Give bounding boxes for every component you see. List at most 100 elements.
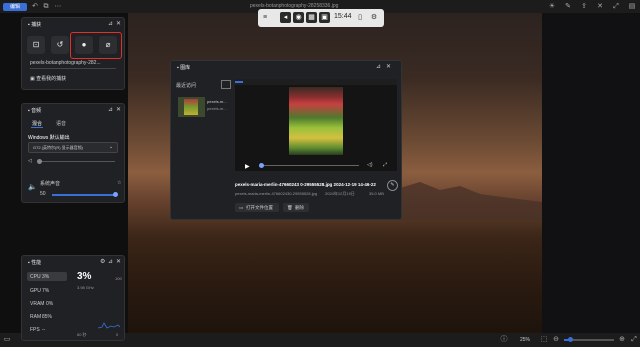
panel-icon[interactable]: ▤ [628, 3, 636, 11]
open-location-button[interactable]: ▭ 打开文件位置 [235, 203, 279, 212]
play-icon[interactable]: ▶ [245, 163, 250, 170]
cpu-max: 100 [115, 276, 122, 281]
zoom-in-icon[interactable]: ⊕ [618, 336, 626, 344]
tab-mix[interactable]: 混合 [32, 120, 42, 127]
system-volume-slider[interactable] [52, 192, 118, 197]
perf-title: ▪ 性能 [28, 260, 42, 266]
graph-range: 60 秒 [77, 332, 87, 337]
thumbnail-label: pexels-m... [207, 99, 227, 104]
vram-value: 0% [46, 301, 54, 307]
capture-filename[interactable]: pexels-botanphotography-282... [30, 60, 101, 66]
pin-icon[interactable]: ⊿ [108, 106, 113, 113]
speaker-icon: ◁ [28, 158, 32, 164]
settings-icon[interactable]: ⚙ [100, 258, 105, 265]
recent-thumbnail[interactable] [178, 97, 205, 117]
menu-icon[interactable]: ≡ [261, 14, 269, 22]
thumbnail-label-2: pexels-m... [207, 106, 227, 111]
chevron-down-icon: ⌄ [109, 144, 114, 150]
fit-icon[interactable]: ⬚ [540, 336, 548, 344]
fullscreen-icon[interactable]: ⤢ [383, 162, 387, 168]
star-icon[interactable]: ☆ [117, 180, 121, 186]
close-icon[interactable]: ✕ [596, 3, 604, 11]
file-size: 35.0 MB [369, 191, 384, 196]
gpu-label[interactable]: GPU [30, 288, 41, 294]
settings-icon[interactable]: ⚙ [370, 14, 378, 22]
close-icon[interactable]: ✕ [116, 258, 121, 265]
mic-off-button[interactable]: ⌀ [99, 36, 117, 54]
capture-title: ▪ 捕获 [28, 22, 42, 28]
share-icon[interactable]: ⇪ [580, 3, 588, 11]
info-icon[interactable]: ⓘ [500, 336, 508, 344]
view-captures-link[interactable]: ▣ 查看我的捕获 [30, 75, 66, 82]
graph-zero: 0 [116, 332, 119, 337]
cpu-big-value: 3% [77, 271, 92, 282]
gallery-panel: ▪ 图库 ⊿ ✕ 最近访问 pexels-m... pexels-m... ▶ … [170, 60, 402, 220]
delete-button[interactable]: 🗑 删除 [283, 203, 309, 212]
thumbnail-view-icon[interactable] [221, 80, 231, 89]
pin-icon[interactable]: ⊿ [108, 258, 113, 265]
screenshot-button[interactable]: ⊡ [27, 36, 45, 54]
tab-voice[interactable]: 语音 [56, 120, 66, 127]
widget-audio-button[interactable]: ◂ [280, 12, 291, 23]
file-date: 2024年12月19日 [325, 191, 355, 196]
eyedropper-icon[interactable]: ✎ [564, 3, 572, 11]
capture-panel: ▪ 捕获 ⊿ ✕ ⊡ ↺ ● ⌀ pexels-botanphotography… [21, 17, 125, 90]
more-icon[interactable]: ⋯ [54, 3, 62, 11]
audio-panel: ▪ 音频 ⊿ ✕ 混合 语音 Windows 默认输出 G72 (英特尔(R) … [21, 103, 125, 203]
device-name: G72 (英特尔(R) 显示器音频) [33, 145, 83, 150]
cpu-freq: 3.98 GHz [77, 285, 94, 290]
start-recording-button[interactable]: ● [75, 36, 93, 54]
media-preview[interactable]: ▶ ◁) ⤢ [235, 79, 397, 171]
divider [30, 68, 116, 69]
close-icon[interactable]: ✕ [116, 106, 121, 113]
copy-icon[interactable]: ⧉ [42, 3, 50, 11]
recent-label: 最近访问 [176, 83, 197, 89]
game-bar: ≡ ◂ ◉ ▦ ▣ 15:44 ▯ ⚙ [258, 9, 384, 27]
volume-value: 50 [40, 191, 46, 197]
brightness-icon[interactable]: ☀ [548, 3, 556, 11]
fullscreen-icon[interactable]: ⤢ [630, 336, 638, 344]
fps-label[interactable]: FPS [30, 327, 40, 333]
viewer-side-area [542, 13, 640, 333]
ram-value: 85% [42, 314, 53, 320]
file-meta: pexels-maria-merlin-476602430-29555528.j… [235, 191, 318, 196]
undo-icon[interactable]: ↶ [31, 3, 39, 11]
gpu-value: 7% [42, 288, 50, 294]
timeline-slider[interactable] [259, 163, 359, 168]
file-title: pexels-maria-merlin-47660243 0-29555528.… [235, 182, 376, 187]
filmstrip-icon[interactable]: ▭ [3, 336, 11, 344]
close-icon[interactable]: ✕ [116, 20, 121, 27]
output-label: Windows 默认输出 [28, 135, 70, 141]
widget-capture-button[interactable]: ◉ [293, 12, 304, 23]
master-volume-slider[interactable] [37, 159, 115, 164]
widget-perf-button[interactable]: ▣ [319, 12, 330, 23]
tab-underline [31, 127, 43, 128]
edit-button[interactable]: 编辑 [3, 3, 27, 11]
edit-icon[interactable]: ✎ [387, 180, 398, 191]
mouse-icon[interactable]: ▯ [356, 14, 364, 22]
fps-value: -- [42, 327, 46, 333]
pin-icon[interactable]: ⊿ [376, 63, 381, 70]
open-location-label: 打开文件位置 [246, 205, 273, 210]
system-sound-label: 系统声音 [40, 181, 61, 187]
delete-label: 删除 [295, 205, 304, 210]
vram-label[interactable]: VRAM [30, 301, 44, 307]
widget-gallery-button[interactable]: ▦ [306, 12, 317, 23]
record-last-button[interactable]: ↺ [51, 36, 69, 54]
expand-icon[interactable]: ⤢ [612, 3, 620, 11]
device-select[interactable]: G72 (英特尔(R) 显示器音频) ⌄ [28, 142, 118, 153]
ram-label[interactable]: RAM [30, 314, 41, 320]
clock: 15:44 [334, 13, 352, 20]
zoom-level: 25% [520, 337, 531, 343]
cpu-value: 3% [42, 274, 50, 280]
zoom-out-icon[interactable]: ⊖ [552, 336, 560, 344]
performance-panel: ▪ 性能 ⚙ ⊿ ✕ CPU 3% 3% 100 3.98 GHz GPU 7%… [21, 255, 125, 341]
cpu-label: CPU [30, 274, 41, 280]
zoom-slider[interactable] [564, 337, 614, 342]
pin-icon[interactable]: ⊿ [108, 20, 113, 27]
audio-title: ▪ 音频 [28, 108, 42, 114]
close-icon[interactable]: ✕ [386, 63, 391, 70]
gallery-title: ▪ 图库 [177, 65, 191, 71]
volume-icon[interactable]: ◁) [367, 162, 373, 168]
volume-icon: 🔈 [28, 184, 37, 191]
